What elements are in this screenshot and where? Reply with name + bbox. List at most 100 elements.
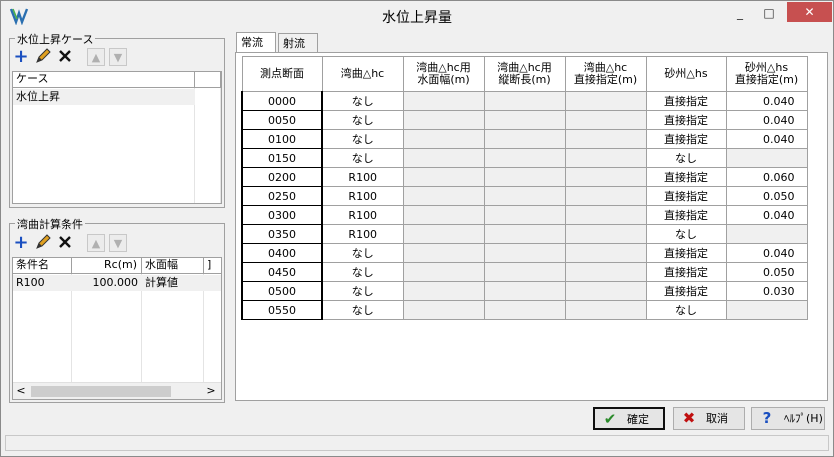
curve-hc-cell[interactable]: R100	[321, 224, 404, 244]
curve-direct-cell[interactable]	[564, 110, 647, 130]
curve-delete-button[interactable]	[56, 234, 74, 252]
case-edit-button[interactable]	[34, 48, 52, 66]
curve-width-cell[interactable]	[402, 300, 485, 320]
rc-header[interactable]: Rc(m)	[72, 258, 142, 273]
sandbar-direct-cell[interactable]	[725, 300, 808, 320]
station-cell[interactable]: 0250	[241, 186, 323, 206]
curve-direct-cell[interactable]	[564, 186, 647, 206]
curve-width-cell[interactable]	[402, 129, 485, 149]
curve-direct-cell[interactable]	[564, 91, 647, 111]
sandbar-direct-cell[interactable]: 0.050	[725, 186, 808, 206]
list-item[interactable]: R100 100.000 計算値	[13, 275, 221, 291]
curve-length-cell[interactable]	[483, 110, 566, 130]
curve-direct-cell[interactable]	[564, 300, 647, 320]
case-move-down-button[interactable]: ▼	[109, 48, 127, 66]
curve-move-up-button[interactable]: ▲	[87, 234, 105, 252]
curve-hc-cell[interactable]: なし	[321, 300, 404, 320]
sandbar-hs-cell[interactable]: 直接指定	[645, 129, 727, 149]
sandbar-hs-cell[interactable]: 直接指定	[645, 262, 727, 282]
curve-condition-list[interactable]: 条件名 Rc(m) 水面幅 ] R100 100.000 計算値 < >	[12, 257, 222, 400]
sandbar-direct-cell[interactable]: 0.040	[725, 243, 808, 263]
sandbar-hs-cell[interactable]: 直接指定	[645, 281, 727, 301]
scroll-right-button[interactable]: >	[203, 383, 219, 399]
sandbar-direct-cell[interactable]: 0.050	[725, 262, 808, 282]
curve-length-cell[interactable]	[483, 148, 566, 168]
case-add-button[interactable]: +	[12, 48, 30, 66]
station-cell[interactable]: 0550	[241, 300, 323, 320]
curve-direct-cell[interactable]	[564, 167, 647, 187]
confirm-button[interactable]: ✔ 確定	[593, 407, 665, 430]
curve-width-cell[interactable]	[402, 205, 485, 225]
horizontal-scrollbar[interactable]: < >	[13, 382, 221, 399]
curve-length-cell[interactable]	[483, 262, 566, 282]
tab-supercritical[interactable]: 射流	[278, 33, 318, 52]
curve-direct-cell[interactable]	[564, 148, 647, 168]
curve-direct-cell[interactable]	[564, 243, 647, 263]
curve-length-cell[interactable]	[483, 186, 566, 206]
curve-length-cell[interactable]	[483, 129, 566, 149]
sandbar-hs-cell[interactable]: 直接指定	[645, 243, 727, 263]
station-cell[interactable]: 0400	[241, 243, 323, 263]
curve-length-cell[interactable]	[483, 243, 566, 263]
sandbar-hs-cell[interactable]: 直接指定	[645, 167, 727, 187]
help-button[interactable]: ? ﾍﾙﾌﾟ(H)	[751, 407, 825, 430]
sandbar-direct-cell[interactable]	[725, 148, 808, 168]
scroll-thumb[interactable]	[31, 386, 171, 397]
case-column-header-extra[interactable]	[195, 72, 221, 87]
curve-hc-cell[interactable]: R100	[321, 205, 404, 225]
curve-hc-cell[interactable]: なし	[321, 129, 404, 149]
maximize-button[interactable]: □	[758, 3, 780, 23]
curve-direct-cell[interactable]	[564, 281, 647, 301]
station-cell[interactable]: 0300	[241, 205, 323, 225]
sandbar-hs-cell[interactable]: 直接指定	[645, 91, 727, 111]
sandbar-direct-cell[interactable]: 0.030	[725, 281, 808, 301]
sandbar-hs-cell[interactable]: なし	[645, 300, 727, 320]
sandbar-direct-cell[interactable]	[725, 224, 808, 244]
station-cell[interactable]: 0500	[241, 281, 323, 301]
curve-width-cell[interactable]	[402, 224, 485, 244]
curve-width-cell[interactable]	[402, 243, 485, 263]
curve-direct-cell[interactable]	[564, 262, 647, 282]
station-cell[interactable]: 0000	[241, 91, 323, 111]
curve-length-cell[interactable]	[483, 224, 566, 244]
sandbar-direct-cell[interactable]: 0.040	[725, 110, 808, 130]
tab-subcritical[interactable]: 常流	[236, 32, 276, 53]
sandbar-hs-cell[interactable]: なし	[645, 148, 727, 168]
sandbar-hs-cell[interactable]: 直接指定	[645, 186, 727, 206]
extra-header[interactable]: ]	[204, 258, 221, 273]
scroll-left-button[interactable]: <	[13, 383, 29, 399]
curve-width-cell[interactable]	[402, 91, 485, 111]
sandbar-direct-cell[interactable]: 0.060	[725, 167, 808, 187]
curve-hc-cell[interactable]: なし	[321, 110, 404, 130]
condition-name-header[interactable]: 条件名	[13, 258, 72, 273]
curve-edit-button[interactable]	[34, 234, 52, 252]
sandbar-direct-cell[interactable]: 0.040	[725, 205, 808, 225]
curve-hc-cell[interactable]: なし	[321, 243, 404, 263]
station-cell[interactable]: 0200	[241, 167, 323, 187]
case-move-up-button[interactable]: ▲	[87, 48, 105, 66]
curve-hc-cell[interactable]: R100	[321, 167, 404, 187]
sandbar-hs-cell[interactable]: 直接指定	[645, 110, 727, 130]
list-item[interactable]: 水位上昇	[13, 89, 195, 105]
sandbar-direct-cell[interactable]: 0.040	[725, 91, 808, 111]
station-cell[interactable]: 0050	[241, 110, 323, 130]
station-cell[interactable]: 0150	[241, 148, 323, 168]
curve-width-cell[interactable]	[402, 186, 485, 206]
curve-hc-cell[interactable]: なし	[321, 281, 404, 301]
curve-move-down-button[interactable]: ▼	[109, 234, 127, 252]
curve-width-cell[interactable]	[402, 262, 485, 282]
case-column-header[interactable]: ケース	[13, 72, 195, 87]
station-cell[interactable]: 0450	[241, 262, 323, 282]
curve-direct-cell[interactable]	[564, 129, 647, 149]
curve-length-cell[interactable]	[483, 281, 566, 301]
curve-width-cell[interactable]	[402, 281, 485, 301]
water-width-header[interactable]: 水面幅	[142, 258, 204, 273]
cancel-button[interactable]: ✖ 取消	[673, 407, 745, 430]
curve-hc-cell[interactable]: R100	[321, 186, 404, 206]
curve-hc-cell[interactable]: なし	[321, 262, 404, 282]
curve-hc-cell[interactable]: なし	[321, 91, 404, 111]
curve-width-cell[interactable]	[402, 110, 485, 130]
station-cell[interactable]: 0350	[241, 224, 323, 244]
curve-width-cell[interactable]	[402, 167, 485, 187]
curve-width-cell[interactable]	[402, 148, 485, 168]
